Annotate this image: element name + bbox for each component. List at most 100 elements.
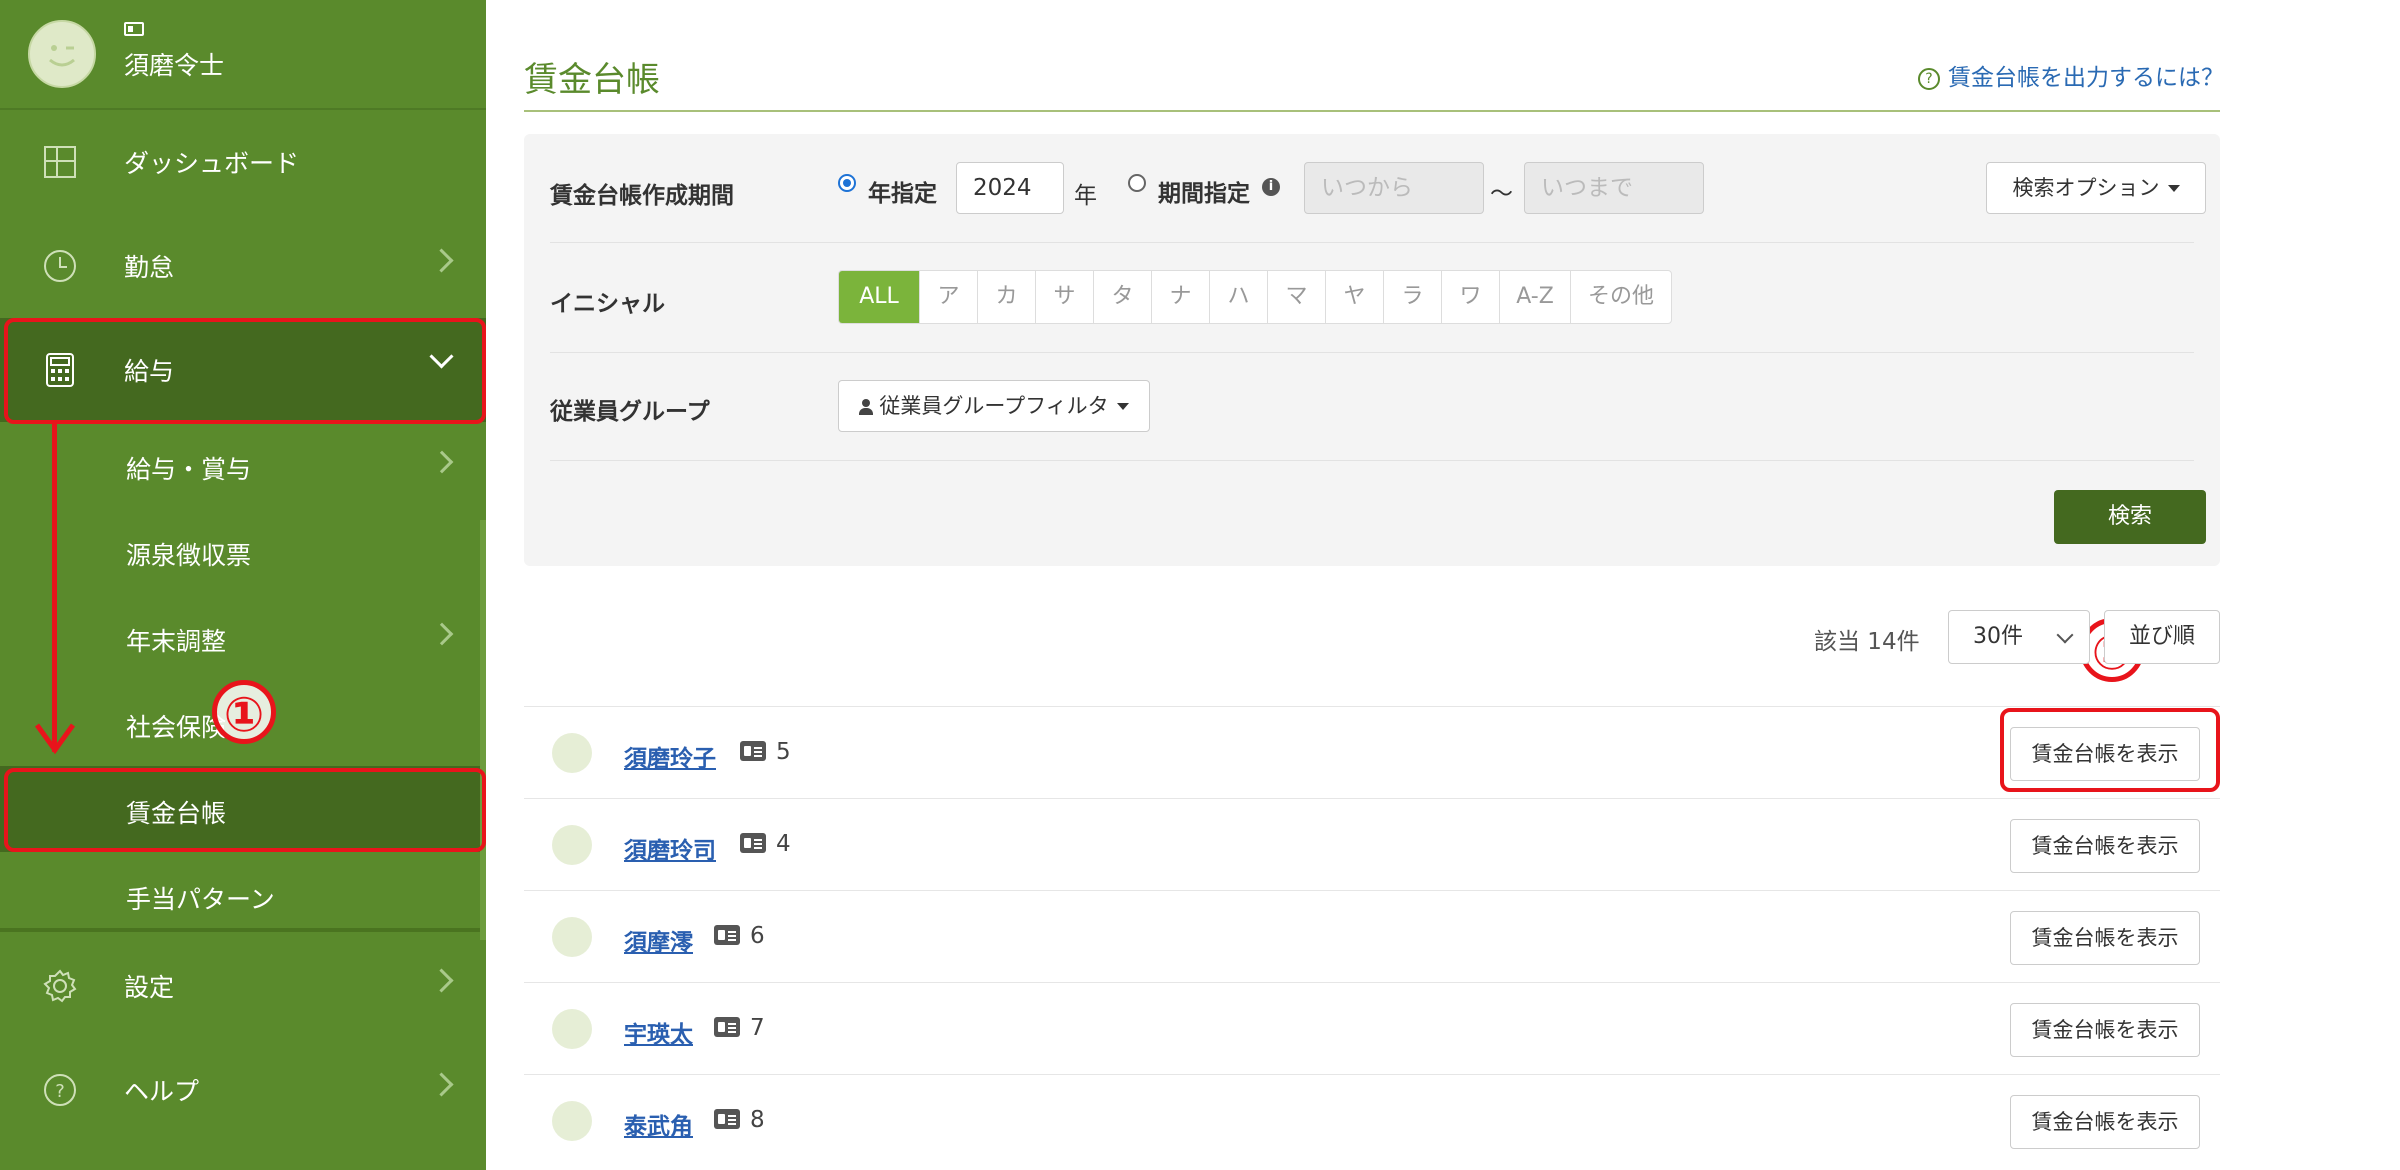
employee-name-link[interactable]: 須磨玲司 bbox=[624, 831, 716, 865]
chevron-right-icon bbox=[429, 968, 454, 993]
sidebar-item-label: ダッシュボード bbox=[124, 149, 300, 178]
sidebar: 須磨令士 ダッシュボード 勤怠 給与 給与・賞与 源泉徴収票 年末調整 社会保険… bbox=[0, 0, 486, 1170]
year-radio-label: 年指定 bbox=[868, 181, 937, 207]
initial-ma[interactable]: マ bbox=[1268, 271, 1326, 323]
title-divider bbox=[524, 110, 2220, 112]
avatar bbox=[552, 733, 592, 773]
show-ledger-button[interactable]: 賃金台帳を表示 bbox=[2010, 1003, 2200, 1057]
id-card-icon bbox=[740, 741, 766, 761]
sidebar-subitem-allowance-pattern[interactable]: 手当パターン bbox=[0, 852, 486, 938]
year-input[interactable]: 2024 bbox=[956, 162, 1064, 214]
chevron-right-icon bbox=[430, 622, 454, 646]
sidebar-item-label: 設定 bbox=[124, 973, 175, 1002]
filter-panel: 賃金台帳作成期間 年指定 2024 年 期間指定 i いつから 〜 いつまで 検… bbox=[524, 134, 2220, 566]
sidebar-divider bbox=[0, 928, 486, 932]
id-card-icon bbox=[714, 1109, 740, 1129]
sidebar-scrollbar[interactable] bbox=[480, 520, 486, 940]
id-card-icon bbox=[714, 925, 740, 945]
table-row: 須磨玲子 5 賃金台帳を表示 bbox=[524, 706, 2220, 799]
annotation-box-wage-ledger bbox=[4, 768, 486, 852]
initial-ta[interactable]: タ bbox=[1094, 271, 1152, 323]
sort-button[interactable]: 並び順 bbox=[2104, 610, 2220, 664]
sidebar-item-help[interactable]: ? ヘルプ bbox=[0, 1038, 486, 1142]
row-divider bbox=[550, 242, 2194, 243]
result-count: 該当 14件 bbox=[1814, 629, 1920, 655]
initial-a-z[interactable]: A-Z bbox=[1500, 271, 1571, 323]
id-card-icon bbox=[740, 833, 766, 853]
table-row: 泰武角 8 賃金台帳を表示 bbox=[524, 1074, 2220, 1167]
employee-name-link[interactable]: 宇瑛太 bbox=[624, 1015, 693, 1049]
initial-a[interactable]: ア bbox=[920, 271, 978, 323]
group-label: 従業員グループ bbox=[550, 399, 710, 425]
group-filter-label: 従業員グループフィルタ bbox=[879, 394, 1109, 418]
initial-sa[interactable]: サ bbox=[1036, 271, 1094, 323]
employee-id: 4 bbox=[776, 831, 791, 857]
range-radio[interactable] bbox=[1128, 174, 1146, 192]
sidebar-subitem-label: 社会保険 bbox=[126, 713, 227, 742]
year-radio[interactable] bbox=[838, 174, 856, 192]
employee-name-link[interactable]: 須摩澪 bbox=[624, 923, 693, 957]
table-row: 須摩澪 6 賃金台帳を表示 bbox=[524, 890, 2220, 983]
from-date-input[interactable]: いつから bbox=[1304, 162, 1484, 214]
id-card-icon bbox=[124, 22, 144, 36]
employee-name-link[interactable]: 泰武角 bbox=[624, 1107, 693, 1141]
sidebar-subitem-year-end[interactable]: 年末調整 bbox=[0, 594, 486, 680]
initial-ya[interactable]: ヤ bbox=[1326, 271, 1384, 323]
per-page-select[interactable]: 30件 bbox=[1948, 610, 2090, 664]
search-options-button[interactable]: 検索オプション bbox=[1986, 162, 2206, 214]
question-icon: ? bbox=[1918, 68, 1940, 90]
id-card-icon bbox=[714, 1017, 740, 1037]
search-button[interactable]: 検索 bbox=[2054, 490, 2206, 544]
sidebar-item-label: 勤怠 bbox=[124, 253, 175, 282]
initial-ra[interactable]: ラ bbox=[1384, 271, 1442, 323]
avatar bbox=[552, 1009, 592, 1049]
table-row: 宇瑛太 7 賃金台帳を表示 bbox=[524, 982, 2220, 1075]
sidebar-subitem-salary-bonus[interactable]: 給与・賞与 bbox=[0, 422, 486, 508]
employee-id: 7 bbox=[750, 1015, 765, 1041]
sidebar-subitem-withholding[interactable]: 源泉徴収票 bbox=[0, 508, 486, 594]
initial-ha[interactable]: ハ bbox=[1210, 271, 1268, 323]
sidebar-item-label: ヘルプ bbox=[124, 1077, 200, 1106]
sidebar-subitem-label: 年末調整 bbox=[126, 627, 227, 656]
range-radio-label: 期間指定 bbox=[1158, 181, 1250, 207]
initial-wa[interactable]: ワ bbox=[1442, 271, 1500, 323]
help-circle-icon: ? bbox=[44, 1074, 76, 1106]
main-content: 賃金台帳 ? 賃金台帳を出力するには？ 賃金台帳作成期間 年指定 2024 年 期… bbox=[524, 0, 2224, 1170]
clock-icon bbox=[44, 250, 76, 282]
initial-label: イニシャル bbox=[550, 291, 665, 317]
user-profile[interactable]: 須磨令士 bbox=[0, 0, 486, 110]
initial-na[interactable]: ナ bbox=[1152, 271, 1210, 323]
sidebar-subitem-label: 給与・賞与 bbox=[126, 455, 252, 484]
initial-other[interactable]: その他 bbox=[1571, 271, 1671, 323]
employee-name-link[interactable]: 須磨玲子 bbox=[624, 739, 716, 773]
avatar bbox=[552, 917, 592, 957]
svg-text:?: ? bbox=[55, 1081, 65, 1102]
chevron-right-icon bbox=[429, 248, 454, 273]
row-divider bbox=[550, 460, 2194, 461]
per-page-value: 30件 bbox=[1973, 624, 2023, 649]
avatar bbox=[552, 825, 592, 865]
range-tilde: 〜 bbox=[1490, 181, 1513, 207]
sidebar-item-attendance[interactable]: 勤怠 bbox=[0, 214, 486, 318]
initial-ka[interactable]: カ bbox=[978, 271, 1036, 323]
to-date-input[interactable]: いつまで bbox=[1524, 162, 1704, 214]
dashboard-grid-icon bbox=[44, 146, 76, 178]
show-ledger-button[interactable]: 賃金台帳を表示 bbox=[2010, 819, 2200, 873]
group-filter-button[interactable]: 従業員グループフィルタ bbox=[838, 380, 1150, 432]
gear-icon bbox=[43, 969, 77, 1003]
page-title: 賃金台帳 bbox=[524, 60, 660, 100]
chevron-right-icon bbox=[429, 1072, 454, 1097]
period-label: 賃金台帳作成期間 bbox=[550, 183, 734, 209]
employee-id: 6 bbox=[750, 923, 765, 949]
initial-all[interactable]: ALL bbox=[839, 271, 920, 323]
help-link[interactable]: ? 賃金台帳を出力するには？ bbox=[1918, 58, 2224, 92]
sidebar-item-dashboard[interactable]: ダッシュボード bbox=[0, 110, 486, 214]
sidebar-item-settings[interactable]: 設定 bbox=[0, 934, 486, 1038]
row-divider bbox=[550, 352, 2194, 353]
annotation-box-show-button bbox=[2000, 708, 2220, 792]
user-name: 須磨令士 bbox=[124, 51, 225, 80]
show-ledger-button[interactable]: 賃金台帳を表示 bbox=[2010, 911, 2200, 965]
info-icon[interactable]: i bbox=[1262, 178, 1280, 196]
avatar bbox=[552, 1101, 592, 1141]
show-ledger-button[interactable]: 賃金台帳を表示 bbox=[2010, 1095, 2200, 1149]
